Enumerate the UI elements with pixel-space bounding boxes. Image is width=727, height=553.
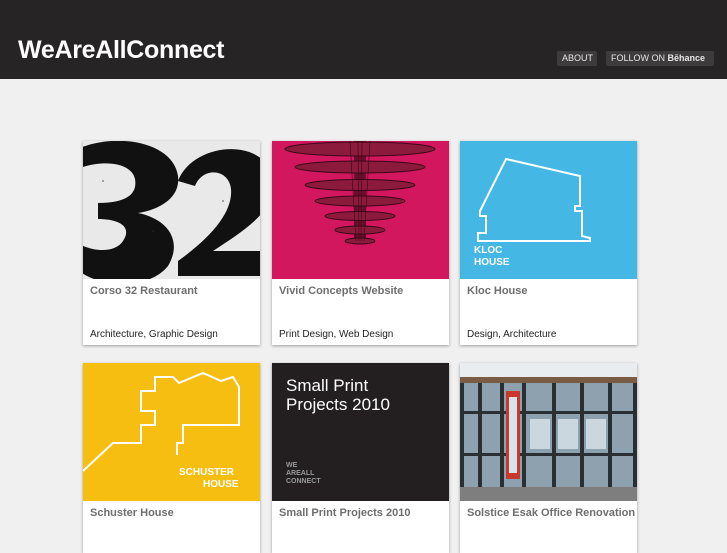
project-thumbnail[interactable] (272, 141, 449, 279)
kloc-house-graphic: KLOC HOUSE (460, 141, 637, 279)
project-card-solstice[interactable]: Solstice Esak Office Renovation (460, 363, 637, 553)
wac-logo-line2: AREALL (286, 470, 315, 477)
small-print-line2: Projects 2010 (286, 395, 390, 414)
follow-label: FOLLOW ON (611, 53, 666, 63)
project-thumbnail[interactable]: SCHUSTER HOUSE (83, 363, 260, 501)
schuster-line1: SCHUSTER (179, 467, 235, 478)
small-print-graphic: Small Print Projects 2010 WE AREALL CONN… (272, 363, 449, 501)
project-tags: Architecture, Graphic Design (90, 329, 218, 340)
follow-behance-button[interactable]: FOLLOW ON Bēhance (606, 51, 714, 66)
project-thumbnail[interactable] (460, 363, 637, 501)
storefront-photo (460, 363, 637, 501)
corso-32-graphic: 32 (83, 141, 260, 279)
project-title[interactable]: Kloc House (467, 285, 528, 297)
project-title[interactable]: Small Print Projects 2010 (279, 507, 410, 519)
project-card-small-print[interactable]: Small Print Projects 2010 WE AREALL CONN… (272, 363, 449, 553)
project-card-corso-32[interactable]: 32 Corso 32 Restaurant Architecture, Gra… (83, 141, 260, 345)
project-card-kloc-house[interactable]: KLOC HOUSE Kloc House Design, Architectu… (460, 141, 637, 345)
project-tags: Print Design, Web Design (279, 329, 394, 340)
wac-logo-line3: CONNECT (286, 478, 321, 485)
small-print-line1: Small Print (286, 376, 368, 395)
project-title[interactable]: Solstice Esak Office Renovation (467, 507, 635, 519)
site-header: WeAreAllConnect ABOUT FOLLOW ON Bēhance (0, 0, 727, 79)
project-card-vivid-concepts[interactable]: Vivid Concepts Website Print Design, Web… (272, 141, 449, 345)
schuster-house-graphic: SCHUSTER HOUSE (83, 363, 260, 501)
kloc-line1: KLOC (474, 245, 502, 256)
site-logo[interactable]: WeAreAllConnect (18, 34, 224, 66)
behance-label: Bēhance (667, 53, 706, 63)
project-card-schuster-house[interactable]: SCHUSTER HOUSE Schuster House (83, 363, 260, 553)
project-thumbnail[interactable]: Small Print Projects 2010 WE AREALL CONN… (272, 363, 449, 501)
wac-logo-line1: WE (286, 462, 298, 469)
project-title[interactable]: Corso 32 Restaurant (90, 285, 198, 297)
kloc-line2: HOUSE (474, 257, 510, 268)
project-title[interactable]: Schuster House (90, 507, 174, 519)
project-title[interactable]: Vivid Concepts Website (279, 285, 403, 297)
project-tags: Design, Architecture (467, 329, 557, 340)
lamp-graphic (272, 141, 449, 279)
schuster-line2: HOUSE (203, 479, 239, 490)
project-thumbnail[interactable]: 32 (83, 141, 260, 279)
project-thumbnail[interactable]: KLOC HOUSE (460, 141, 637, 279)
about-button[interactable]: ABOUT (557, 51, 597, 66)
